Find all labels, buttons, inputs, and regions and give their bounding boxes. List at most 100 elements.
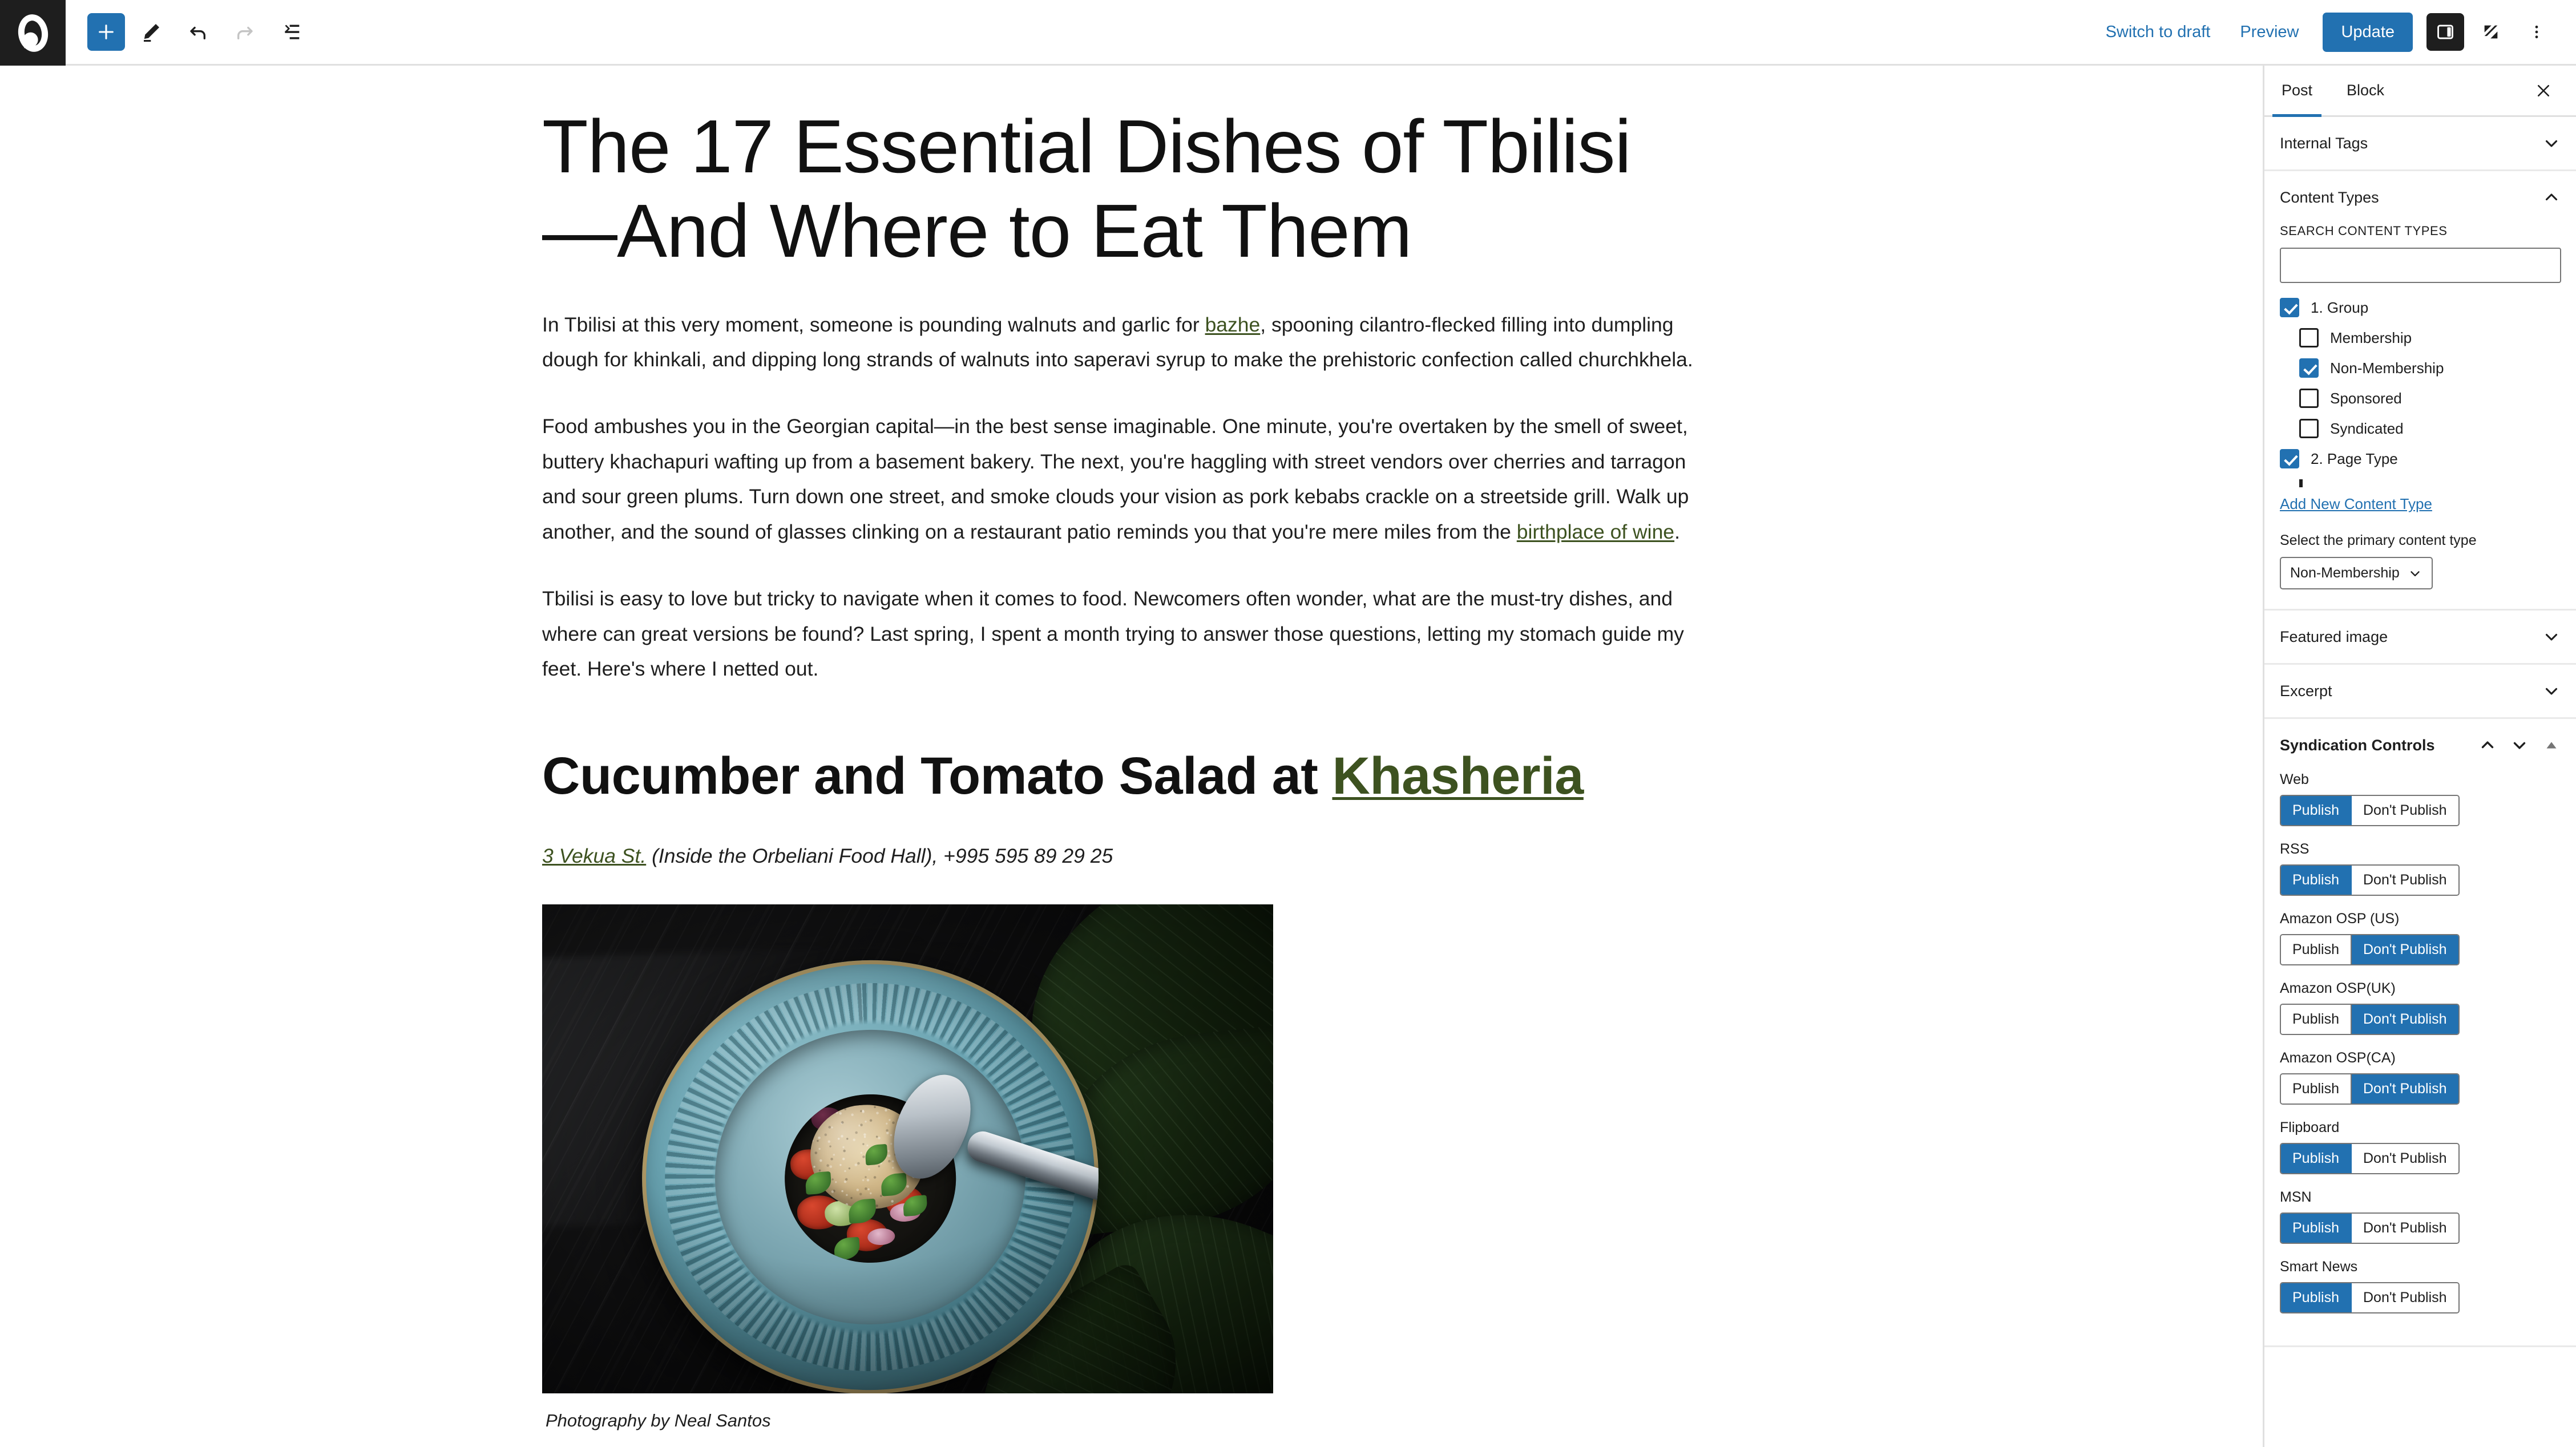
panel-internal-tags-title: Internal Tags (2280, 134, 2368, 152)
tab-block[interactable]: Block (2329, 66, 2401, 115)
channel-label: Flipboard (2280, 1119, 2340, 1135)
editor-canvas[interactable]: The 17 Essential Dishes of Tbilisi—And W… (0, 66, 2263, 1447)
panel-content-types-header[interactable]: Content Types (2264, 171, 2576, 224)
panel-content-types-title: Content Types (2280, 188, 2379, 206)
checkbox-page-type[interactable] (2280, 449, 2299, 468)
header-actions: Switch to draft Preview Update (2091, 0, 2576, 64)
post-title[interactable]: The 17 Essential Dishes of Tbilisi—And W… (542, 104, 1649, 273)
publish-button[interactable]: Publish (2281, 866, 2351, 895)
syndication-channel-list: Web Publish Don't Publish RSS Publish Do… (2264, 771, 2576, 1345)
panel-featured-image-header[interactable]: Featured image (2264, 611, 2576, 663)
panel-content-types-body: SEARCH CONTENT TYPES 1. Group Membership (2264, 224, 2576, 609)
undo-button[interactable] (177, 11, 219, 52)
dont-publish-button[interactable]: Don't Publish (2351, 1144, 2458, 1173)
publish-button[interactable]: Publish (2281, 796, 2351, 825)
channel-label: MSN (2280, 1189, 2312, 1205)
content-type-label: Membership (2330, 329, 2412, 346)
publish-button[interactable]: Publish (2281, 1005, 2351, 1034)
publish-button[interactable]: Publish (2281, 1144, 2351, 1173)
add-block-button[interactable] (87, 13, 125, 51)
panel-content-types: Content Types SEARCH CONTENT TYPES 1. Gr… (2264, 171, 2576, 611)
content-type-row-group[interactable]: 1. Group (2280, 298, 2561, 317)
birthplace-of-wine-link[interactable]: birthplace of wine (1517, 520, 1674, 543)
more-options-button[interactable] (2518, 13, 2555, 51)
bazhe-link[interactable]: bazhe (1205, 313, 1261, 336)
panel-internal-tags-header[interactable]: Internal Tags (2264, 117, 2576, 169)
chevron-up-icon[interactable] (2478, 735, 2497, 755)
parsley-leaf (833, 1236, 861, 1260)
dont-publish-button[interactable]: Don't Publish (2351, 1283, 2458, 1312)
address-link[interactable]: 3 Vekua St. (542, 844, 646, 867)
settings-sidebar-toggle[interactable] (2426, 13, 2464, 51)
checkbox-syndicated[interactable] (2299, 419, 2319, 438)
paragraph-2-text-after: . (1674, 520, 1680, 543)
chevron-up-icon (2545, 193, 2558, 201)
content-types-checkbox-list: 1. Group Membership Non-Membership Spons… (2280, 298, 2561, 487)
paragraph-block-3[interactable]: Tbilisi is easy to love but tricky to na… (542, 581, 1718, 686)
restaurant-address[interactable]: 3 Vekua St. (Inside the Orbeliani Food H… (542, 840, 1729, 872)
publish-button[interactable]: Publish (2281, 1283, 2351, 1312)
content-type-row-non-membership[interactable]: Non-Membership (2280, 358, 2561, 378)
content-type-label: Sponsored (2330, 389, 2402, 407)
salad-photo[interactable] (542, 904, 1273, 1393)
header-toolbar (66, 0, 312, 64)
add-new-content-type-link[interactable]: Add New Content Type (2280, 495, 2432, 513)
chevron-down-icon (2545, 688, 2558, 695)
content-type-label: Syndicated (2330, 419, 2404, 437)
search-content-types-input[interactable] (2280, 248, 2561, 283)
primary-content-type-select[interactable]: Non-Membership (2280, 557, 2433, 589)
site-logo-button[interactable] (0, 0, 66, 66)
content-type-row-membership[interactable]: Membership (2280, 328, 2561, 347)
paragraph-block-2[interactable]: Food ambushes you in the Georgian capita… (542, 409, 1718, 549)
content-type-row-page-type[interactable]: 2. Page Type (2280, 449, 2561, 468)
dont-publish-button[interactable]: Don't Publish (2351, 1214, 2458, 1243)
paragraph-block-1[interactable]: In Tbilisi at this very moment, someone … (542, 308, 1718, 378)
triangle-up-icon[interactable] (2542, 735, 2561, 755)
checkbox-sponsored[interactable] (2299, 389, 2319, 408)
preview-button[interactable]: Preview (2225, 14, 2313, 51)
publish-button[interactable]: Publish (2281, 935, 2351, 964)
edit-tool-button[interactable] (131, 11, 172, 52)
tab-post[interactable]: Post (2264, 66, 2329, 117)
update-button[interactable]: Update (2323, 12, 2413, 52)
editor-header: Switch to draft Preview Update (0, 0, 2576, 66)
panel-syndication-header[interactable]: Syndication Controls (2264, 719, 2576, 771)
panel-excerpt-header[interactable]: Excerpt (2264, 665, 2576, 717)
channel-label: Smart News (2280, 1259, 2358, 1275)
panel-featured-image-title: Featured image (2280, 628, 2388, 645)
close-sidebar-button[interactable] (2528, 75, 2559, 106)
publish-button[interactable]: Publish (2281, 1074, 2351, 1104)
list-view-button[interactable] (271, 11, 312, 52)
checkbox-clipped[interactable] (2299, 479, 2303, 487)
checkbox-non-membership[interactable] (2299, 358, 2319, 378)
vertical-ellipsis-icon (2535, 25, 2538, 39)
sidebar-tabs: Post Block (2264, 66, 2576, 117)
content-type-row-clipped[interactable] (2280, 479, 2561, 487)
channel-label: Amazon OSP(CA) (2280, 1050, 2396, 1066)
panel-excerpt-title: Excerpt (2280, 682, 2332, 700)
publish-toggle-amazon-osp-uk: Publish Don't Publish (2280, 1004, 2460, 1035)
publish-toggle-flipboard: Publish Don't Publish (2280, 1143, 2460, 1174)
syndication-channel-amazon-osp-uk: Amazon OSP(UK) Publish Don't Publish (2280, 980, 2561, 1035)
chevron-down-icon[interactable] (2510, 735, 2529, 755)
content-type-row-syndicated[interactable]: Syndicated (2280, 419, 2561, 438)
settings-sidebar: Post Block Internal Tags Content Types S… (2263, 66, 2576, 1447)
redo-button[interactable] (224, 11, 265, 52)
diagonal-lines-icon (2484, 25, 2498, 39)
publish-button[interactable]: Publish (2281, 1214, 2351, 1243)
dont-publish-button[interactable]: Don't Publish (2351, 935, 2458, 964)
dont-publish-button[interactable]: Don't Publish (2351, 866, 2458, 895)
image-caption[interactable]: Photography by Neal Santos (546, 1410, 1729, 1431)
section-heading[interactable]: Cucumber and Tomato Salad at Khasheria (542, 745, 1729, 807)
checkbox-group[interactable] (2280, 298, 2299, 317)
switch-to-draft-button[interactable]: Switch to draft (2091, 14, 2226, 51)
khasheria-link[interactable]: Khasheria (1332, 747, 1584, 805)
dont-publish-button[interactable]: Don't Publish (2351, 1074, 2458, 1104)
checkbox-membership[interactable] (2299, 328, 2319, 347)
dont-publish-button[interactable]: Don't Publish (2351, 1005, 2458, 1034)
dont-publish-button[interactable]: Don't Publish (2351, 796, 2458, 825)
jetpack-button[interactable] (2472, 13, 2510, 51)
publish-toggle-msn: Publish Don't Publish (2280, 1212, 2460, 1244)
content-type-row-sponsored[interactable]: Sponsored (2280, 389, 2561, 408)
image-block[interactable]: Photography by Neal Santos (542, 904, 1729, 1431)
